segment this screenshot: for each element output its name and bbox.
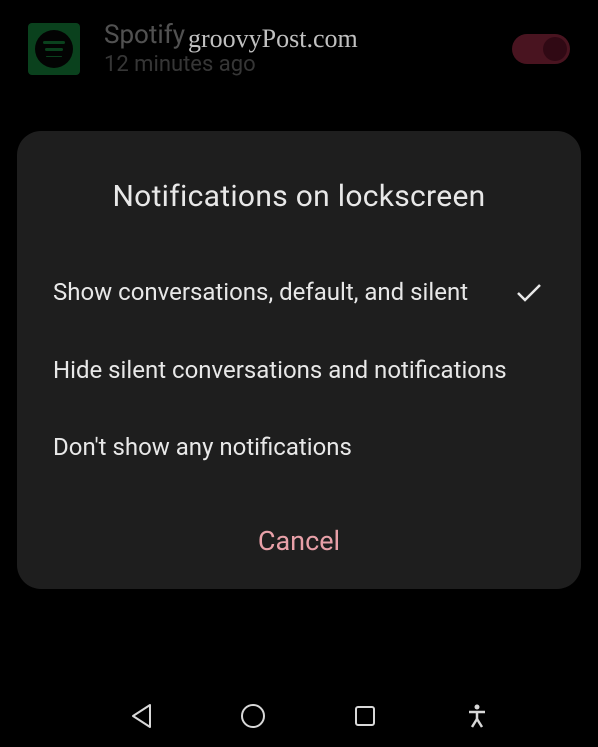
option-label: Hide silent conversations and notificati… bbox=[53, 354, 545, 388]
notification-toggle[interactable] bbox=[512, 34, 570, 64]
watermark-text: groovyPost.com bbox=[188, 24, 358, 54]
spotify-icon bbox=[28, 23, 80, 75]
lockscreen-notifications-dialog: Notifications on lockscreen Show convers… bbox=[17, 131, 581, 589]
accessibility-icon[interactable] bbox=[459, 698, 495, 734]
cancel-button[interactable]: Cancel bbox=[17, 487, 581, 589]
dialog-options-list: Show conversations, default, and silent … bbox=[17, 254, 581, 487]
option-label: Show conversations, default, and silent bbox=[53, 276, 513, 310]
option-show-all[interactable]: Show conversations, default, and silent bbox=[53, 254, 545, 332]
back-icon[interactable] bbox=[123, 698, 159, 734]
home-icon[interactable] bbox=[235, 698, 271, 734]
recents-icon[interactable] bbox=[347, 698, 383, 734]
notification-timestamp: 12 minutes ago bbox=[104, 52, 512, 77]
option-label: Don't show any notifications bbox=[53, 431, 545, 465]
checkmark-icon bbox=[513, 277, 545, 309]
dialog-title: Notifications on lockscreen bbox=[17, 131, 581, 254]
android-nav-bar bbox=[0, 685, 598, 747]
option-dont-show[interactable]: Don't show any notifications bbox=[53, 409, 545, 487]
option-hide-silent[interactable]: Hide silent conversations and notificati… bbox=[53, 332, 545, 410]
